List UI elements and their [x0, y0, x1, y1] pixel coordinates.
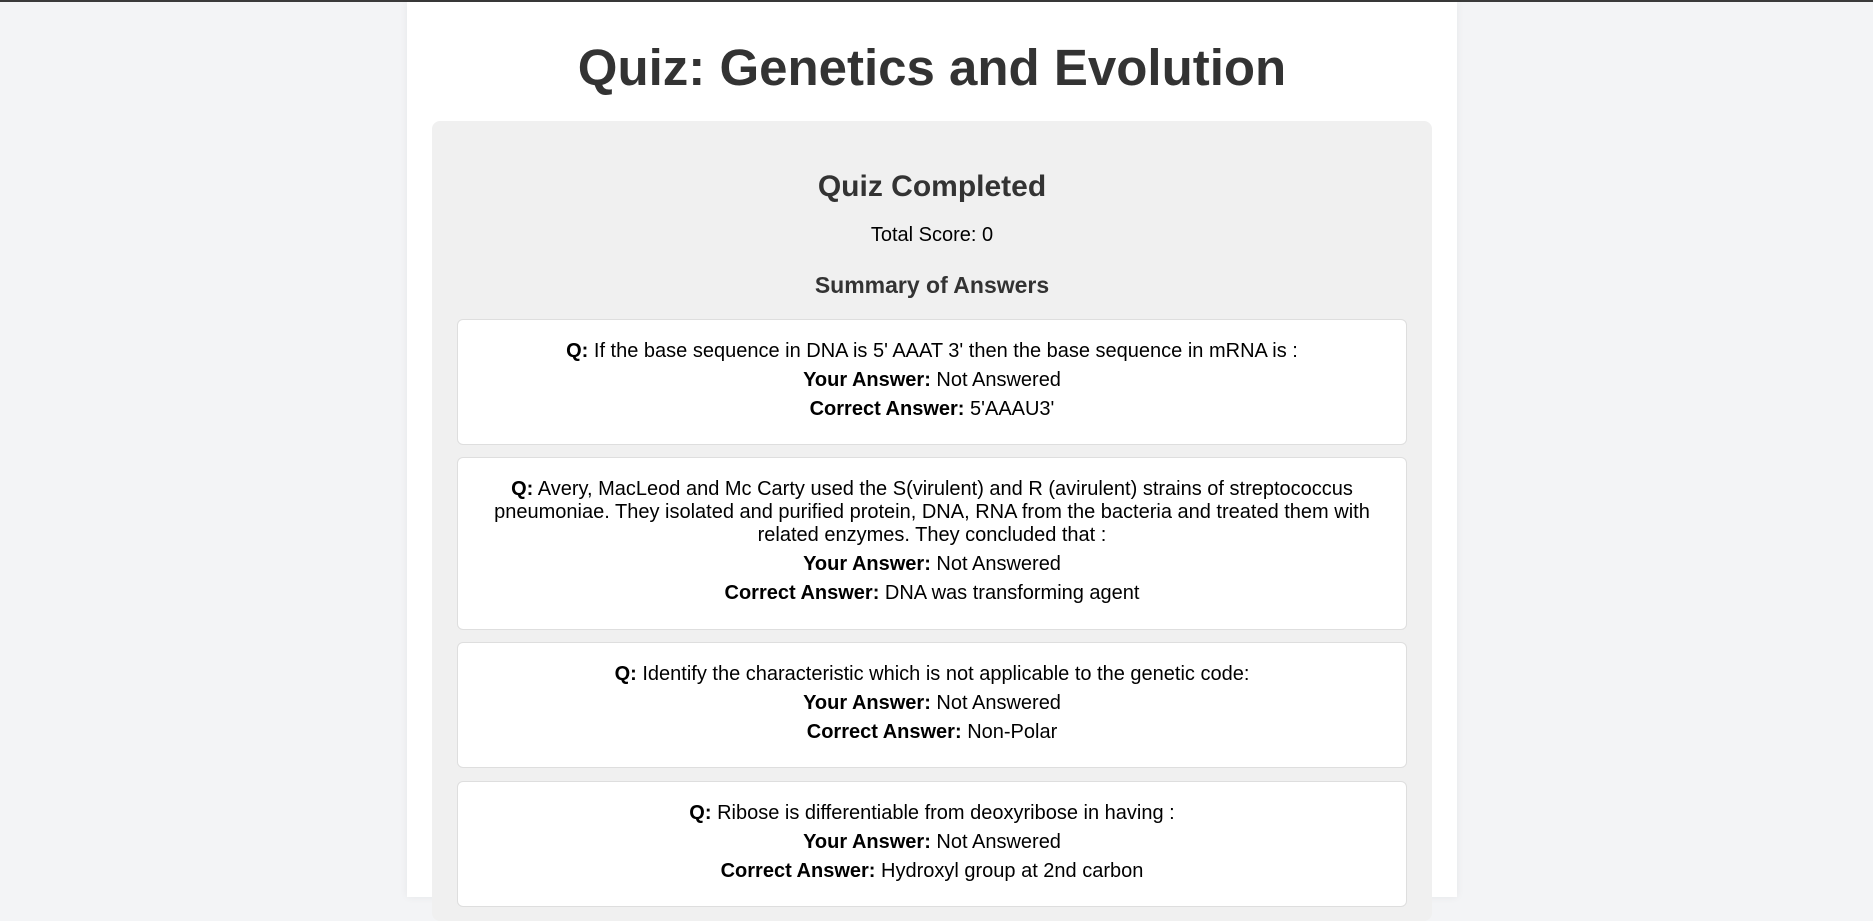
correct-answer-label: Correct Answer:: [724, 582, 880, 604]
page-title: Quiz: Genetics and Evolution: [577, 39, 1287, 96]
your-answer-value: Not Answered: [936, 831, 1061, 853]
your-answer-label: Your Answer:: [803, 553, 931, 575]
total-score-label: Total Score:: [870, 224, 977, 246]
question-line: Q: If the base sequence in DNA is 5' AAA…: [488, 340, 1376, 363]
your-answer-label: Your Answer:: [803, 692, 931, 714]
question-text: Identify the characteristic which is not…: [642, 663, 1250, 685]
correct-answer-label: Correct Answer:: [809, 398, 965, 420]
quiz-result-panel: Quiz Completed Total Score: 0 Summary of…: [432, 121, 1432, 921]
question-label: Q:: [511, 478, 534, 500]
correct-answer-value: DNA was transforming agent: [884, 582, 1140, 604]
correct-answer-value: Non-Polar: [967, 721, 1058, 743]
question-text: If the base sequence in DNA is 5' AAAT 3…: [593, 340, 1298, 362]
total-score: Total Score: 0: [432, 223, 1432, 247]
correct-answer-label: Correct Answer:: [720, 860, 876, 882]
your-answer-line: Your Answer: Not Answered: [458, 553, 1406, 576]
question-label: Q:: [566, 340, 589, 362]
your-answer-label: Your Answer:: [803, 831, 931, 853]
your-answer-value: Not Answered: [936, 553, 1061, 575]
question-label: Q:: [614, 663, 637, 685]
correct-answer-line: Correct Answer: 5'AAAU3': [458, 398, 1406, 421]
summary-heading: Summary of Answers: [814, 272, 1050, 298]
your-answer-line: Your Answer: Not Answered: [458, 831, 1406, 854]
answer-card: Q: Avery, MacLeod and Mc Carty used the …: [457, 457, 1407, 630]
correct-answer-line: Correct Answer: Non-Polar: [458, 721, 1406, 744]
total-score-value: 0: [982, 224, 994, 246]
answer-card: Q: If the base sequence in DNA is 5' AAA…: [457, 319, 1407, 445]
question-text: Ribose is differentiable from deoxyribos…: [717, 802, 1175, 824]
question-line: Q: Ribose is differentiable from deoxyri…: [488, 802, 1376, 825]
your-answer-value: Not Answered: [936, 692, 1061, 714]
correct-answer-label: Correct Answer:: [806, 721, 962, 743]
answer-card: Q: Ribose is differentiable from deoxyri…: [457, 781, 1407, 907]
question-line: Q: Avery, MacLeod and Mc Carty used the …: [488, 478, 1376, 547]
your-answer-line: Your Answer: Not Answered: [458, 369, 1406, 392]
quiz-completed-heading: Quiz Completed: [817, 170, 1047, 203]
quiz-page: Quiz: Genetics and Evolution Quiz Comple…: [407, 2, 1457, 921]
your-answer-label: Your Answer:: [803, 369, 931, 391]
correct-answer-value: Hydroxyl group at 2nd carbon: [881, 860, 1144, 882]
correct-answer-value: 5'AAAU3': [970, 398, 1055, 420]
correct-answer-line: Correct Answer: DNA was transforming age…: [458, 582, 1406, 605]
your-answer-value: Not Answered: [936, 369, 1061, 391]
question-label: Q:: [689, 802, 712, 824]
question-line: Q: Identify the characteristic which is …: [488, 663, 1376, 686]
question-text: Avery, MacLeod and Mc Carty used the S(v…: [494, 478, 1370, 546]
answer-card: Q: Identify the characteristic which is …: [457, 642, 1407, 768]
correct-answer-line: Correct Answer: Hydroxyl group at 2nd ca…: [458, 860, 1406, 883]
your-answer-line: Your Answer: Not Answered: [458, 692, 1406, 715]
